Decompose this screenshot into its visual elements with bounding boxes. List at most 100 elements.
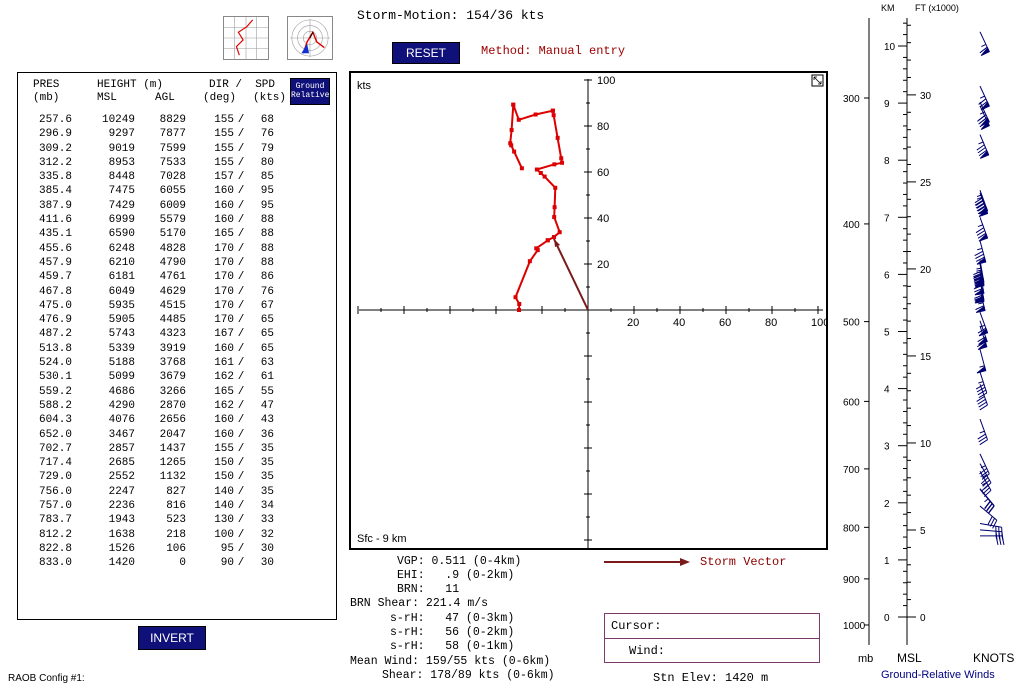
sounding-table: PRES (mb) HEIGHT (m) MSL AGL DIR / SPD (…	[17, 72, 337, 620]
table-row[interactable]: 530.1 5099 3679 162 61 /	[18, 371, 336, 385]
table-row[interactable]: 411.6 6999 5579 160 88 /	[18, 214, 336, 228]
invert-button[interactable]: INVERT	[138, 626, 206, 650]
table-row[interactable]: 385.4 7475 6055 160 95 /	[18, 185, 336, 199]
hodo-v-tick-label: 80	[597, 121, 609, 133]
hodo-v-tick-label: 60	[597, 167, 609, 179]
table-row[interactable]: 257.6 10249 8829 155 68 /	[18, 114, 336, 128]
cell-separator: /	[237, 471, 245, 484]
cell-separator: /	[237, 185, 245, 198]
table-row[interactable]: 312.2 8953 7533 155 80 /	[18, 157, 336, 171]
cell-spd: 55	[260, 385, 274, 398]
cell-agl: 3266	[159, 385, 186, 398]
table-row[interactable]: 455.6 6248 4828 170 88 /	[18, 243, 336, 257]
table-row[interactable]: 476.9 5905 4485 170 65 /	[18, 314, 336, 328]
cell-spd: 65	[260, 328, 274, 341]
cell-separator: /	[237, 299, 245, 312]
table-row[interactable]: 524.0 5188 3768 161 63 /	[18, 357, 336, 371]
cell-dir: 140	[214, 500, 234, 513]
table-row[interactable]: 812.2 1638 218 100 32 /	[18, 529, 336, 543]
km-tick-label: 2	[884, 499, 890, 510]
table-row[interactable]: 757.0 2236 816 140 34 /	[18, 500, 336, 514]
cell-agl: 6009	[159, 199, 186, 212]
table-row[interactable]: 335.8 8448 7028 157 85 /	[18, 171, 336, 185]
table-row[interactable]: 296.9 9297 7877 155 76 /	[18, 128, 336, 142]
table-row[interactable]: 459.7 6181 4761 170 86 /	[18, 271, 336, 285]
wind-barb	[979, 453, 990, 480]
hodograph-point	[517, 301, 522, 306]
table-row[interactable]: 833.0 1420 0 90 30 /	[18, 557, 336, 571]
cell-separator: /	[237, 214, 245, 227]
cell-spd: 88	[260, 242, 274, 255]
cell-separator: /	[237, 199, 245, 212]
table-row[interactable]: 487.2 5743 4323 167 65 /	[18, 328, 336, 342]
cell-pres: 257.6	[38, 114, 72, 126]
hodo-h-tick-label: 20	[627, 317, 639, 329]
cell-pres: 455.6	[38, 242, 72, 255]
table-row[interactable]: 457.9 6210 4790 170 88 /	[18, 257, 336, 271]
cell-agl: 4761	[159, 271, 186, 284]
cell-spd: 68	[260, 114, 274, 126]
cell-spd: 35	[260, 457, 274, 470]
cell-pres: 457.9	[38, 256, 72, 269]
ground-relative-button[interactable]: Ground Relative	[290, 78, 330, 105]
table-row[interactable]: 435.1 6590 5170 165 88 /	[18, 228, 336, 242]
table-row[interactable]: 387.9 7429 6009 160 95 /	[18, 200, 336, 214]
cell-pres: 833.0	[38, 557, 72, 570]
table-row[interactable]: 559.2 4686 3266 165 55 /	[18, 386, 336, 400]
cell-dir: 150	[214, 471, 234, 484]
cell-spd: 88	[260, 214, 274, 227]
hodograph-point	[553, 185, 558, 190]
cell-agl: 5579	[159, 214, 186, 227]
table-row[interactable]: 604.3 4076 2656 160 43 /	[18, 414, 336, 428]
table-row[interactable]: 822.8 1526 106 95 30 /	[18, 543, 336, 557]
table-row[interactable]: 756.0 2247 827 140 35 /	[18, 486, 336, 500]
table-row[interactable]: 588.2 4290 2870 162 47 /	[18, 400, 336, 414]
ft-tick-label: 30	[920, 91, 932, 102]
cell-agl: 816	[166, 500, 186, 513]
cell-agl: 3919	[159, 342, 186, 355]
ground-relative-winds-caption: Ground-Relative Winds	[881, 669, 995, 681]
table-row[interactable]: 702.7 2857 1437 155 35 /	[18, 443, 336, 457]
km-tick-label: 8	[884, 156, 890, 167]
cell-pres: 312.2	[38, 156, 72, 169]
table-row[interactable]: 467.8 6049 4629 170 76 /	[18, 286, 336, 300]
hodograph-point	[557, 230, 562, 235]
cell-separator: /	[237, 314, 245, 327]
cell-pres: 652.0	[38, 428, 72, 441]
cell-spd: 30	[260, 542, 274, 555]
msl-label: MSL	[897, 651, 922, 665]
table-row[interactable]: 729.0 2552 1132 150 35 /	[18, 471, 336, 485]
cell-agl: 7028	[159, 171, 186, 184]
cell-separator: /	[237, 514, 245, 527]
cell-pres: 604.3	[38, 414, 72, 427]
reset-button[interactable]: RESET	[392, 42, 460, 64]
cell-pres: 717.4	[38, 457, 72, 470]
km-tick-label: 3	[884, 442, 890, 453]
table-row[interactable]: 783.7 1943 523 130 33 /	[18, 514, 336, 528]
hodograph-thumbnail-icon[interactable]	[287, 16, 333, 60]
table-row[interactable]: 717.4 2685 1265 150 35 /	[18, 457, 336, 471]
cell-pres: 475.0	[38, 299, 72, 312]
cell-agl: 1265	[159, 457, 186, 470]
cell-agl: 106	[166, 542, 186, 555]
wind-barb	[979, 31, 990, 56]
table-row[interactable]: 513.8 5339 3919 160 65 /	[18, 343, 336, 357]
pressure-tick-label: 300	[843, 94, 860, 105]
cell-msl: 1420	[108, 557, 135, 570]
table-row[interactable]: 652.0 3467 2047 160 36 /	[18, 429, 336, 443]
cell-agl: 7877	[159, 128, 186, 141]
table-row[interactable]: 309.2 9019 7599 155 79 /	[18, 143, 336, 157]
cell-separator: /	[237, 156, 245, 169]
hodograph-point	[538, 170, 543, 175]
height-header: HEIGHT (m)	[97, 79, 164, 91]
brn-value: BRN: 11	[397, 583, 460, 596]
hodograph[interactable]: 100 80 60 40 20 20 40 60 80 100 kts Sfc - 9 km	[349, 71, 828, 550]
cell-spd: 34	[260, 500, 274, 513]
cell-msl: 6999	[108, 214, 135, 227]
cell-msl: 7429	[108, 199, 135, 212]
cell-msl: 2247	[108, 485, 135, 498]
table-row[interactable]: 475.0 5935 4515 170 67 /	[18, 300, 336, 314]
skewt-thumbnail-icon[interactable]	[223, 16, 269, 60]
cell-separator: /	[237, 128, 245, 141]
cell-agl: 0	[179, 557, 186, 570]
